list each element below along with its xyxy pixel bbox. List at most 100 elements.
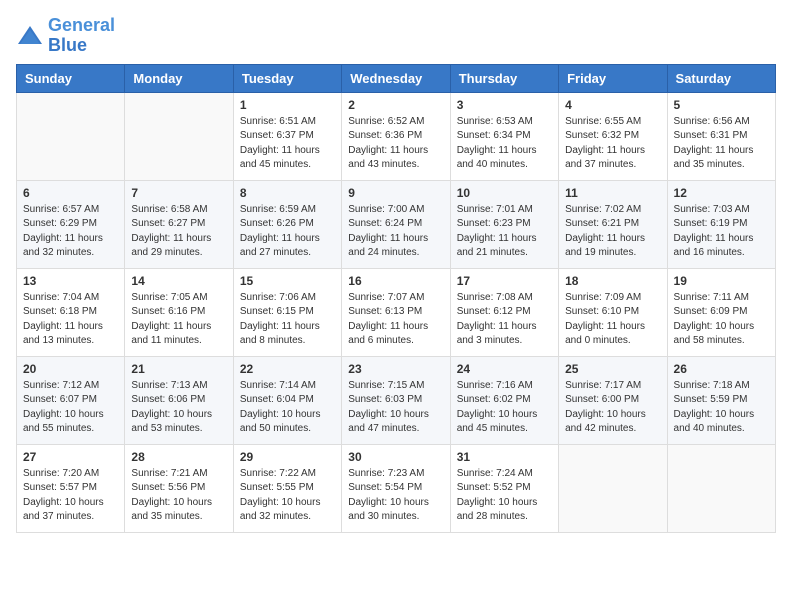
day-info: Sunrise: 6:56 AMSunset: 6:31 PMDaylight:… xyxy=(674,115,769,173)
day-info: Sunrise: 7:16 AMSunset: 6:02 PMDaylight:… xyxy=(457,379,552,437)
day-info: Sunrise: 7:21 AMSunset: 5:56 PMDaylight:… xyxy=(131,467,226,525)
day-header-monday: Monday xyxy=(125,64,233,92)
calendar-cell: 28Sunrise: 7:21 AMSunset: 5:56 PMDayligh… xyxy=(125,444,233,532)
calendar-cell: 17 Sunrise: 7:08 AMSunset: 6:12 PMDayligh… xyxy=(450,268,558,356)
day-info: Sunrise: 7:24 AMSunset: 5:52 PMDaylight:… xyxy=(457,467,552,525)
calendar-week-row: 1Sunrise: 6:51 AMSunset: 6:37 PMDaylight… xyxy=(17,92,776,180)
day-info: Sunrise: 6:59 AMSunset: 6:26 PMDaylight:… xyxy=(240,203,335,261)
day-info: Sunrise: 7:18 AMSunset: 5:59 PMDaylight:… xyxy=(674,379,769,437)
day-header-friday: Friday xyxy=(559,64,667,92)
calendar-week-row: 6Sunrise: 6:57 AMSunset: 6:29 PMDaylight… xyxy=(17,180,776,268)
day-number: 26 xyxy=(674,362,769,376)
day-info: Sunrise: 7:12 AMSunset: 6:07 PMDaylight:… xyxy=(23,379,118,437)
day-number: 31 xyxy=(457,450,552,464)
day-info: Sunrise: 7:14 AMSunset: 6:04 PMDaylight:… xyxy=(240,379,335,437)
day-info: Sunrise: 7:15 AMSunset: 6:03 PMDaylight:… xyxy=(348,379,443,437)
day-info: Sunrise: 7:06 AMSunset: 6:15 PMDaylight:… xyxy=(240,291,335,349)
calendar-cell: 24 Sunrise: 7:16 AMSunset: 6:02 PMDayligh… xyxy=(450,356,558,444)
day-header-sunday: Sunday xyxy=(17,64,125,92)
day-number: 25 xyxy=(565,362,660,376)
calendar-cell: 10 Sunrise: 7:01 AMSunset: 6:23 PMDayligh… xyxy=(450,180,558,268)
calendar-cell: 20 Sunrise: 7:12 AMSunset: 6:07 PMDayligh… xyxy=(17,356,125,444)
day-number: 30 xyxy=(348,450,443,464)
day-number: 22 xyxy=(240,362,335,376)
calendar-cell: 25 Sunrise: 7:17 AMSunset: 6:00 PMDayligh… xyxy=(559,356,667,444)
day-number: 18 xyxy=(565,274,660,288)
day-number: 8 xyxy=(240,186,335,200)
day-number: 6 xyxy=(23,186,118,200)
calendar-cell: 15 Sunrise: 7:06 AMSunset: 6:15 PMDayligh… xyxy=(233,268,341,356)
calendar-cell: 23 Sunrise: 7:15 AMSunset: 6:03 PMDayligh… xyxy=(342,356,450,444)
calendar-cell: 6Sunrise: 6:57 AMSunset: 6:29 PMDaylight… xyxy=(17,180,125,268)
calendar-cell xyxy=(667,444,775,532)
day-info: Sunrise: 7:07 AMSunset: 6:13 PMDaylight:… xyxy=(348,291,443,349)
day-info: Sunrise: 6:58 AMSunset: 6:27 PMDaylight:… xyxy=(131,203,226,261)
day-info: Sunrise: 7:09 AMSunset: 6:10 PMDaylight:… xyxy=(565,291,660,349)
calendar-cell: 3Sunrise: 6:53 AMSunset: 6:34 PMDaylight… xyxy=(450,92,558,180)
day-number: 13 xyxy=(23,274,118,288)
day-info: Sunrise: 7:03 AMSunset: 6:19 PMDaylight:… xyxy=(674,203,769,261)
calendar-cell: 8 Sunrise: 6:59 AMSunset: 6:26 PMDaylight… xyxy=(233,180,341,268)
day-header-wednesday: Wednesday xyxy=(342,64,450,92)
calendar-header-row: SundayMondayTuesdayWednesdayThursdayFrid… xyxy=(17,64,776,92)
page-header: General Blue xyxy=(16,16,776,56)
day-number: 3 xyxy=(457,98,552,112)
day-number: 16 xyxy=(348,274,443,288)
day-number: 2 xyxy=(348,98,443,112)
day-number: 20 xyxy=(23,362,118,376)
day-number: 4 xyxy=(565,98,660,112)
day-info: Sunrise: 7:13 AMSunset: 6:06 PMDaylight:… xyxy=(131,379,226,437)
day-info: Sunrise: 6:55 AMSunset: 6:32 PMDaylight:… xyxy=(565,115,660,173)
day-header-thursday: Thursday xyxy=(450,64,558,92)
calendar-cell: 27Sunrise: 7:20 AMSunset: 5:57 PMDayligh… xyxy=(17,444,125,532)
day-info: Sunrise: 7:01 AMSunset: 6:23 PMDaylight:… xyxy=(457,203,552,261)
logo: General Blue xyxy=(16,16,115,56)
day-number: 10 xyxy=(457,186,552,200)
calendar-week-row: 20 Sunrise: 7:12 AMSunset: 6:07 PMDayligh… xyxy=(17,356,776,444)
day-info: Sunrise: 7:02 AMSunset: 6:21 PMDaylight:… xyxy=(565,203,660,261)
calendar-week-row: 13 Sunrise: 7:04 AMSunset: 6:18 PMDayligh… xyxy=(17,268,776,356)
calendar-cell: 11 Sunrise: 7:02 AMSunset: 6:21 PMDayligh… xyxy=(559,180,667,268)
day-number: 5 xyxy=(674,98,769,112)
day-info: Sunrise: 7:11 AMSunset: 6:09 PMDaylight:… xyxy=(674,291,769,349)
day-info: Sunrise: 7:23 AMSunset: 5:54 PMDaylight:… xyxy=(348,467,443,525)
calendar-cell xyxy=(17,92,125,180)
day-number: 11 xyxy=(565,186,660,200)
day-info: Sunrise: 7:17 AMSunset: 6:00 PMDaylight:… xyxy=(565,379,660,437)
day-number: 1 xyxy=(240,98,335,112)
calendar-cell: 21 Sunrise: 7:13 AMSunset: 6:06 PMDayligh… xyxy=(125,356,233,444)
day-header-saturday: Saturday xyxy=(667,64,775,92)
calendar-cell xyxy=(559,444,667,532)
calendar-cell: 1Sunrise: 6:51 AMSunset: 6:37 PMDaylight… xyxy=(233,92,341,180)
calendar-cell: 29Sunrise: 7:22 AMSunset: 5:55 PMDayligh… xyxy=(233,444,341,532)
calendar-cell: 12Sunrise: 7:03 AMSunset: 6:19 PMDayligh… xyxy=(667,180,775,268)
day-info: Sunrise: 7:00 AMSunset: 6:24 PMDaylight:… xyxy=(348,203,443,261)
calendar-cell xyxy=(125,92,233,180)
calendar-cell: 16 Sunrise: 7:07 AMSunset: 6:13 PMDayligh… xyxy=(342,268,450,356)
calendar-cell: 14 Sunrise: 7:05 AMSunset: 6:16 PMDayligh… xyxy=(125,268,233,356)
calendar-cell: 2Sunrise: 6:52 AMSunset: 6:36 PMDaylight… xyxy=(342,92,450,180)
day-number: 23 xyxy=(348,362,443,376)
day-number: 14 xyxy=(131,274,226,288)
day-number: 15 xyxy=(240,274,335,288)
day-number: 17 xyxy=(457,274,552,288)
calendar-cell: 22 Sunrise: 7:14 AMSunset: 6:04 PMDayligh… xyxy=(233,356,341,444)
day-number: 21 xyxy=(131,362,226,376)
calendar-cell: 13 Sunrise: 7:04 AMSunset: 6:18 PMDayligh… xyxy=(17,268,125,356)
day-info: Sunrise: 7:08 AMSunset: 6:12 PMDaylight:… xyxy=(457,291,552,349)
calendar-cell: 5 Sunrise: 6:56 AMSunset: 6:31 PMDaylight… xyxy=(667,92,775,180)
calendar-cell: 7Sunrise: 6:58 AMSunset: 6:27 PMDaylight… xyxy=(125,180,233,268)
calendar-cell: 31 Sunrise: 7:24 AMSunset: 5:52 PMDayligh… xyxy=(450,444,558,532)
day-info: Sunrise: 7:20 AMSunset: 5:57 PMDaylight:… xyxy=(23,467,118,525)
calendar-week-row: 27Sunrise: 7:20 AMSunset: 5:57 PMDayligh… xyxy=(17,444,776,532)
day-info: Sunrise: 7:05 AMSunset: 6:16 PMDaylight:… xyxy=(131,291,226,349)
day-number: 29 xyxy=(240,450,335,464)
calendar-table: SundayMondayTuesdayWednesdayThursdayFrid… xyxy=(16,64,776,533)
day-info: Sunrise: 7:04 AMSunset: 6:18 PMDaylight:… xyxy=(23,291,118,349)
calendar-cell: 30 Sunrise: 7:23 AMSunset: 5:54 PMDayligh… xyxy=(342,444,450,532)
day-number: 9 xyxy=(348,186,443,200)
day-number: 24 xyxy=(457,362,552,376)
calendar-cell: 18 Sunrise: 7:09 AMSunset: 6:10 PMDayligh… xyxy=(559,268,667,356)
calendar-cell: 19Sunrise: 7:11 AMSunset: 6:09 PMDayligh… xyxy=(667,268,775,356)
day-header-tuesday: Tuesday xyxy=(233,64,341,92)
